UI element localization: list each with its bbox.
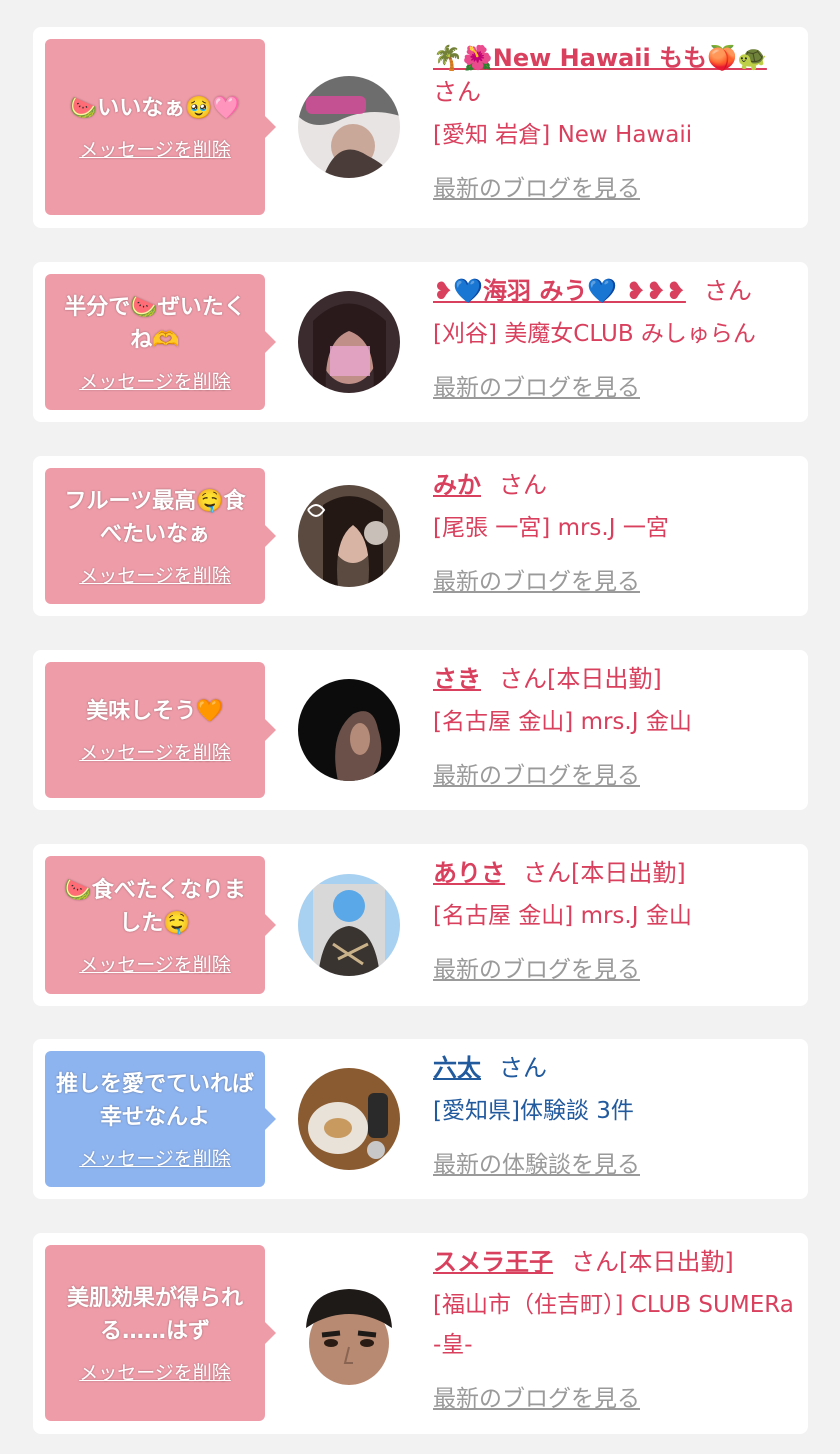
latest-blog-link[interactable]: 最新のブログを見る <box>433 562 640 596</box>
latest-blog-link[interactable]: 最新のブログを見る <box>433 756 640 790</box>
avatar[interactable] <box>298 679 400 781</box>
latest-blog-link[interactable]: 最新のブログを見る <box>433 950 640 984</box>
message-bubble: 🍉いいなぁ🥹🩷 メッセージを削除 <box>45 39 276 215</box>
profile-name-link[interactable]: みか <box>433 471 481 499</box>
attendance-status: [本日出勤] <box>619 1248 734 1276</box>
message-card: 美味しそう🧡 メッセージを削除 さき さん[本日出勤] [名古屋 金山] mrs.… <box>33 650 808 810</box>
profile-name-link[interactable]: スメラ王子 <box>433 1248 553 1276</box>
message-bubble: 🍉食べたくなりました🤤 メッセージを削除 <box>45 856 276 994</box>
avatar[interactable] <box>298 1283 400 1385</box>
man-face-avatar-icon <box>298 1283 400 1385</box>
message-card: 🍉いいなぁ🥹🩷 メッセージを削除 🌴🌺New Hawaii もも🍑🐢 さん [愛… <box>33 27 808 228</box>
message-text: フルーツ最高🤤食べたいなぁ <box>64 488 246 547</box>
avatar[interactable] <box>298 874 400 976</box>
profile-info: さき さん[本日出勤] [名古屋 金山] mrs.J 金山 最新のブログを見る <box>433 662 794 790</box>
message-card: 美肌効果が得られる……はず メッセージを削除 スメラ王子 さん[本日出勤] [福山… <box>33 1233 808 1434</box>
message-bubble: 美肌効果が得られる……はず メッセージを削除 <box>45 1245 276 1421</box>
girl-photo-avatar-icon <box>298 874 400 976</box>
delete-message-link[interactable]: メッセージを削除 <box>79 135 231 162</box>
message-bubble: 半分で🍉ぜいたくね🫶 メッセージを削除 <box>45 274 276 410</box>
profile-info: みか さん [尾張 一宮] mrs.J 一宮 最新のブログを見る <box>433 468 794 596</box>
message-list: 🍉いいなぁ🥹🩷 メッセージを削除 🌴🌺New Hawaii もも🍑🐢 さん [愛… <box>0 0 840 1454</box>
message-bubble: 推しを愛でていれば幸せなんよ メッセージを削除 <box>45 1051 276 1187</box>
honorific: さん <box>499 665 547 693</box>
honorific: さん <box>523 859 571 887</box>
profile-name-link[interactable]: ありさ <box>433 859 505 887</box>
profile-info: ありさ さん[本日出勤] [名古屋 金山] mrs.J 金山 最新のブログを見る <box>433 856 794 984</box>
message-card: 🍉食べたくなりました🤤 メッセージを削除 ありさ さん[本日出勤] [名古屋 金山… <box>33 844 808 1006</box>
honorific: さん <box>499 1054 547 1082</box>
message-bubble: フルーツ最高🤤食べたいなぁ メッセージを削除 <box>45 468 276 604</box>
profile-name-link[interactable]: 🌴🌺New Hawaii もも🍑🐢 <box>433 44 767 72</box>
shop-info: [名古屋 金山] mrs.J 金山 <box>433 709 692 735</box>
shop-info: [愛知 岩倉] New Hawaii <box>433 122 693 148</box>
shop-info: [名古屋 金山] mrs.J 金山 <box>433 903 692 929</box>
profile-name-link[interactable]: ❥💙海羽 みう💙 ❥❥❥ <box>433 277 686 305</box>
attendance-status: [本日出勤] <box>547 665 662 693</box>
message-text: 🍉食べたくなりました🤤 <box>64 877 246 936</box>
food-photo-avatar-icon <box>298 1068 400 1170</box>
message-bubble: 美味しそう🧡 メッセージを削除 <box>45 662 276 798</box>
review-info: [愛知県]体験談 3件 <box>433 1098 634 1124</box>
message-text: 推しを愛でていれば幸せなんよ <box>55 1071 254 1130</box>
honorific: さん <box>433 78 481 106</box>
delete-message-link[interactable]: メッセージを削除 <box>79 738 231 765</box>
girl-photo-avatar-icon <box>298 76 400 178</box>
latest-blog-link[interactable]: 最新のブログを見る <box>433 169 640 203</box>
girl-photo-avatar-icon <box>298 485 400 587</box>
honorific: さん <box>499 471 547 499</box>
message-text: 美味しそう🧡 <box>86 699 224 724</box>
latest-blog-link[interactable]: 最新のブログを見る <box>433 1379 640 1413</box>
latest-blog-link[interactable]: 最新のブログを見る <box>433 368 640 402</box>
shop-info: [福山市（住吉町）] CLUB SUMERa -皇- <box>433 1292 794 1358</box>
profile-info: スメラ王子 さん[本日出勤] [福山市（住吉町）] CLUB SUMERa -皇-… <box>433 1245 794 1413</box>
profile-name-link[interactable]: さき <box>433 665 481 693</box>
girl-photo-avatar-icon <box>298 679 400 781</box>
message-card: フルーツ最高🤤食べたいなぁ メッセージを削除 みか さん [尾張 一宮] mrs.… <box>33 456 808 616</box>
profile-info: 🌴🌺New Hawaii もも🍑🐢 さん [愛知 岩倉] New Hawaii … <box>433 41 794 203</box>
girl-photo-avatar-icon <box>298 291 400 393</box>
profile-info: 六太 さん [愛知県]体験談 3件 最新の体験談を見る <box>433 1051 794 1179</box>
avatar[interactable] <box>298 1068 400 1170</box>
shop-info: [刈谷] 美魔女CLUB みしゅらん <box>433 321 756 347</box>
avatar[interactable] <box>298 291 400 393</box>
honorific: さん <box>703 277 752 305</box>
profile-info: ❥💙海羽 みう💙 ❥❥❥ さん [刈谷] 美魔女CLUB みしゅらん 最新のブログ… <box>433 274 794 402</box>
delete-message-link[interactable]: メッセージを削除 <box>79 367 231 394</box>
delete-message-link[interactable]: メッセージを削除 <box>79 561 231 588</box>
message-text: 半分で🍉ぜいたくね🫶 <box>64 294 246 353</box>
delete-message-link[interactable]: メッセージを削除 <box>79 1358 231 1385</box>
delete-message-link[interactable]: メッセージを削除 <box>79 950 231 977</box>
message-text: 美肌効果が得られる……はず <box>66 1285 243 1344</box>
message-card: 推しを愛でていれば幸せなんよ メッセージを削除 六太 さん [愛知県]体験談 3件… <box>33 1039 808 1199</box>
latest-review-link[interactable]: 最新の体験談を見る <box>433 1145 640 1179</box>
profile-name-link[interactable]: 六太 <box>433 1054 481 1082</box>
message-card: 半分で🍉ぜいたくね🫶 メッセージを削除 ❥💙海羽 みう💙 ❥❥❥ さん [刈谷] … <box>33 262 808 422</box>
shop-info: [尾張 一宮] mrs.J 一宮 <box>433 515 669 541</box>
delete-message-link[interactable]: メッセージを削除 <box>79 1144 231 1171</box>
avatar[interactable] <box>298 76 400 178</box>
avatar[interactable] <box>298 485 400 587</box>
honorific: さん <box>571 1248 619 1276</box>
message-text: 🍉いいなぁ🥹🩷 <box>69 96 241 121</box>
attendance-status: [本日出勤] <box>571 859 686 887</box>
